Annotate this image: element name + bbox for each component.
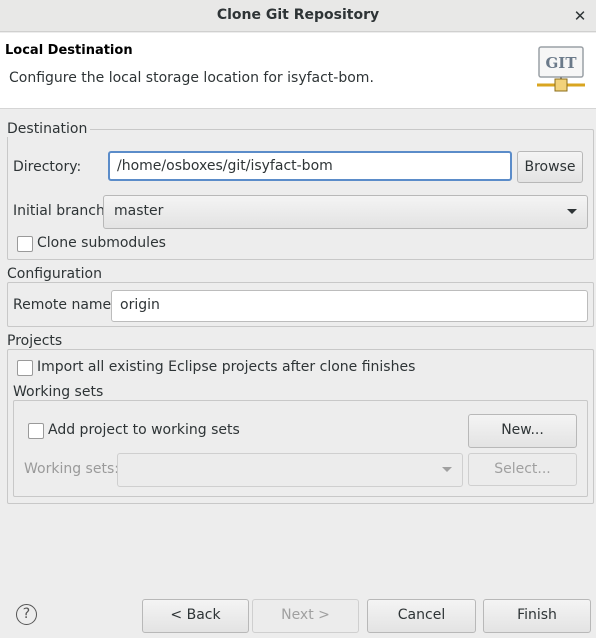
- projects-group-label: Projects: [7, 333, 66, 349]
- git-logo-icon: GIT: [537, 46, 585, 92]
- remote-name-label: Remote name:: [13, 297, 116, 313]
- directory-label: Directory:: [13, 159, 82, 175]
- destination-group-label: Destination: [7, 121, 91, 137]
- cancel-button[interactable]: Cancel: [367, 599, 476, 633]
- browse-button[interactable]: Browse: [517, 151, 583, 183]
- initial-branch-value: master: [114, 203, 164, 219]
- import-projects-checkbox[interactable]: [17, 360, 33, 376]
- working-sets-label: Working sets:: [24, 461, 119, 477]
- remote-name-input[interactable]: origin: [111, 290, 588, 322]
- initial-branch-label: Initial branch:: [13, 203, 110, 219]
- clone-submodules-label[interactable]: Clone submodules: [37, 235, 166, 251]
- back-button[interactable]: < Back: [142, 599, 249, 633]
- new-working-set-button[interactable]: New...: [468, 414, 577, 448]
- add-to-working-sets-label[interactable]: Add project to working sets: [48, 422, 240, 438]
- add-to-working-sets-checkbox[interactable]: [28, 423, 44, 439]
- initial-branch-select[interactable]: master: [103, 195, 588, 229]
- close-icon[interactable]: ✕: [570, 6, 590, 26]
- page-description: Configure the local storage location for…: [9, 70, 374, 86]
- configuration-group-label: Configuration: [7, 266, 105, 282]
- working-sets-select[interactable]: [117, 453, 463, 487]
- finish-button[interactable]: Finish: [483, 599, 591, 633]
- next-button[interactable]: Next >: [252, 599, 359, 633]
- page-title: Local Destination: [5, 43, 133, 58]
- select-working-sets-button[interactable]: Select...: [468, 453, 577, 486]
- git-logo-text: GIT: [546, 54, 578, 72]
- chevron-down-icon: [567, 209, 577, 214]
- clone-submodules-checkbox[interactable]: [17, 236, 33, 252]
- chevron-down-icon: [442, 467, 452, 472]
- directory-input[interactable]: /home/osboxes/git/isyfact-bom: [108, 151, 512, 181]
- title-bar: Clone Git Repository ✕: [0, 0, 596, 32]
- import-projects-label[interactable]: Import all existing Eclipse projects aft…: [37, 359, 415, 375]
- window-title: Clone Git Repository: [216, 7, 380, 23]
- wizard-banner: Local Destination Configure the local st…: [0, 33, 596, 109]
- help-icon[interactable]: ?: [16, 604, 37, 625]
- working-sets-group-label: Working sets: [13, 384, 107, 400]
